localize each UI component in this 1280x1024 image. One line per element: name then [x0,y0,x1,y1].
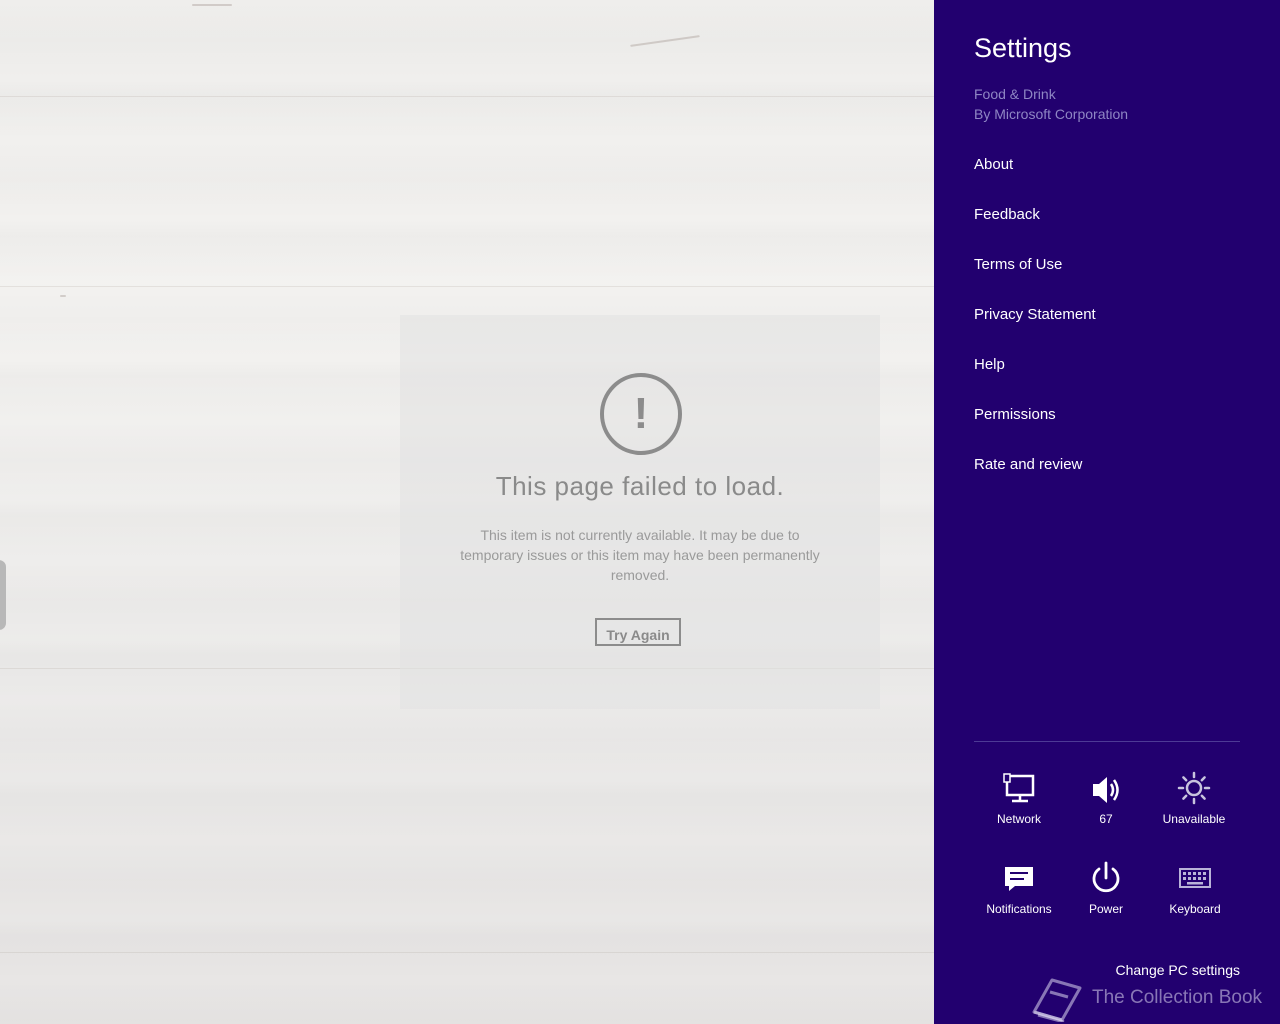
app-background: ! This page failed to load. This item is… [0,0,934,1024]
settings-pane: Settings Food & Drink By Microsoft Corpo… [934,0,1280,1024]
volume-button[interactable]: 67 [1056,770,1156,826]
brightness-icon [1177,771,1211,805]
menu-item-terms-of-use[interactable]: Terms of Use [974,250,1234,300]
menu-item-help[interactable]: Help [974,350,1234,400]
menu-item-rate-and-review[interactable]: Rate and review [974,450,1234,500]
quick-settings-divider [974,741,1240,742]
menu-item-feedback[interactable]: Feedback [974,200,1234,250]
book-icon [1032,978,1082,1022]
app-window: ! This page failed to load. This item is… [0,0,1280,1024]
power-icon [1092,861,1120,893]
watermark-text: The Collection Book [1092,987,1263,1008]
network-button[interactable]: Network [969,770,1069,826]
settings-menu: About Feedback Terms of Use Privacy Stat… [974,150,1234,500]
error-message: This item is not currently available. It… [460,527,820,583]
notifications-button[interactable]: Notifications [969,860,1069,916]
background-object-edge [0,560,6,630]
wood-scratch [630,35,700,47]
settings-title: Settings [974,33,1072,63]
menu-item-permissions[interactable]: Permissions [974,400,1234,450]
volume-label: 67 [1099,812,1113,826]
notifications-icon [1005,867,1033,891]
brightness-label: Unavailable [1162,812,1226,826]
volume-icon [1093,777,1119,803]
exclamation-circle-icon: ! [600,373,682,455]
try-again-button[interactable]: Try Again [595,618,681,646]
app-name: Food & Drink [974,86,1056,102]
brightness-button[interactable]: Unavailable [1144,770,1244,826]
error-title: This page failed to load. [495,471,785,501]
menu-item-privacy-statement[interactable]: Privacy Statement [974,300,1234,350]
network-icon [1003,773,1035,803]
keyboard-icon [1179,868,1211,888]
power-label: Power [1088,902,1123,916]
wood-plank-line [0,96,934,97]
wood-scratch [192,4,232,6]
wood-plank-line [0,286,934,287]
app-publisher: By Microsoft Corporation [974,106,1129,122]
menu-item-about[interactable]: About [974,150,1234,200]
change-pc-settings-link[interactable]: Change PC settings [1115,962,1240,978]
power-button[interactable]: Power [1056,860,1156,916]
keyboard-button[interactable]: Keyboard [1145,860,1245,916]
network-label: Network [996,812,1041,826]
wood-plank-line [0,952,934,953]
notifications-label: Notifications [986,902,1052,916]
error-panel: ! This page failed to load. This item is… [400,315,880,709]
wood-scratch [60,295,66,297]
keyboard-label: Keyboard [1169,902,1221,916]
